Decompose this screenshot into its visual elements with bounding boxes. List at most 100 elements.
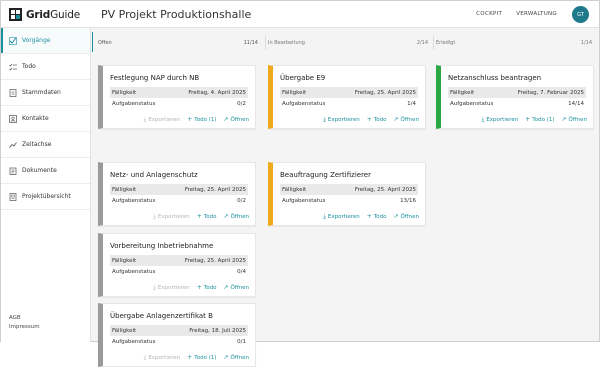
- card-actions: ⤓ Exportieren + Todo (1) ↗ Öffnen: [481, 116, 587, 124]
- status-label: Aufgabenstatus: [282, 100, 326, 107]
- nav-verwaltung[interactable]: VERWALTUNG: [516, 11, 557, 17]
- task-card[interactable]: Vorbereitung Inbetriebnahme Fälligkeit F…: [98, 233, 256, 297]
- open-button[interactable]: ↗ Öffnen: [393, 214, 419, 221]
- export-button[interactable]: ⤓ Exportieren: [323, 213, 360, 221]
- status-row: Aufgabenstatus 13/16: [280, 195, 418, 206]
- download-icon: ⤓: [323, 213, 326, 220]
- document-icon: [9, 88, 17, 97]
- export-button[interactable]: ⤓ Exportieren: [323, 116, 360, 124]
- sidebar-item-zeitachse[interactable]: Zeitachse: [1, 132, 90, 158]
- due-label: Fälligkeit: [282, 89, 307, 96]
- external-link-icon: ↗: [393, 116, 399, 123]
- impressum-link[interactable]: Impressum: [9, 323, 40, 332]
- card-actions: ⤓ Exportieren + Todo (1) ↗ Öffnen: [144, 354, 249, 362]
- card-title: Übergabe Anlagenzertifikat B: [110, 312, 213, 320]
- plus-icon: +: [366, 116, 372, 123]
- due-value: Freitag, 25. April 2025: [354, 89, 416, 96]
- task-card[interactable]: Übergabe Anlagenzertifikat B Fälligkeit …: [98, 303, 256, 367]
- column-divider: [433, 36, 434, 50]
- card-title: Vorbereitung Inbetriebnahme: [110, 242, 214, 250]
- avatar[interactable]: GT: [572, 6, 589, 23]
- due-row: Fälligkeit Freitag, 25. April 2025: [280, 87, 418, 98]
- overview-icon: [9, 192, 17, 201]
- export-button[interactable]: ⤓ Exportieren: [481, 116, 519, 124]
- todo-button[interactable]: + Todo: [366, 213, 387, 221]
- plus-icon: +: [187, 116, 193, 123]
- column-count: 11/14: [243, 40, 258, 46]
- todo-button[interactable]: + Todo: [366, 116, 387, 124]
- download-icon: ⤓: [323, 116, 326, 123]
- due-row: Fälligkeit Freitag, 25. April 2025: [280, 184, 418, 195]
- sidebar-item-dokumente[interactable]: Dokumente: [1, 158, 90, 184]
- top-bar: GridGuide PV Projekt Produktionshalle CO…: [1, 1, 599, 28]
- card-title: Beauftragung Zertifizierer: [280, 171, 371, 179]
- card-actions: ⤓ Exportieren + Todo ↗ Öffnen: [323, 213, 419, 221]
- open-button[interactable]: ↗ Öffnen: [223, 116, 249, 124]
- open-button[interactable]: ↗ Öffnen: [561, 117, 587, 124]
- due-row: Fälligkeit Freitag, 25. April 2025: [110, 184, 248, 195]
- export-button[interactable]: ⤓ Exportieren: [144, 117, 181, 124]
- open-button[interactable]: ↗ Öffnen: [393, 116, 419, 124]
- open-button[interactable]: ↗ Öffnen: [223, 354, 249, 362]
- external-link-icon: ↗: [223, 354, 229, 361]
- todo-button[interactable]: + Todo: [197, 214, 217, 221]
- card-actions: ⤓ Exportieren + Todo ↗ Öffnen: [153, 214, 249, 221]
- open-button[interactable]: ↗ Öffnen: [223, 214, 249, 221]
- task-card[interactable]: Netzanschluss beantragen Fälligkeit Frei…: [436, 65, 594, 129]
- gridguide-logo-icon: [9, 8, 22, 21]
- task-card[interactable]: Übergabe E9 Fälligkeit Freitag, 25. Apri…: [268, 65, 426, 129]
- todo-button[interactable]: + Todo (1): [525, 117, 554, 124]
- column-header-erledigt: Erledigt 1/14: [436, 40, 592, 46]
- export-button[interactable]: ⤓ Exportieren: [153, 214, 190, 221]
- open-button[interactable]: ↗ Öffnen: [223, 284, 249, 292]
- download-icon: ⤓: [481, 116, 485, 123]
- plus-icon: +: [366, 213, 372, 220]
- card-title: Netzanschluss beantragen: [448, 74, 542, 82]
- todo-button[interactable]: + Todo (1): [187, 355, 216, 362]
- external-link-icon: ↗: [223, 116, 229, 123]
- due-label: Fälligkeit: [112, 89, 137, 96]
- column-label: Offen: [98, 40, 112, 46]
- contacts-icon: [9, 114, 17, 123]
- todo-button[interactable]: + Todo (1): [187, 116, 216, 124]
- status-label: Aufgabenstatus: [112, 197, 156, 204]
- status-value: 0/2: [237, 100, 246, 107]
- sidebar-item-label: Dokumente: [22, 167, 57, 174]
- todo-button[interactable]: + Todo: [196, 284, 217, 292]
- nav-cockpit[interactable]: COCKPIT: [476, 11, 502, 17]
- column-label: In Bearbeitung: [268, 40, 305, 46]
- status-row: Aufgabenstatus 0/2: [110, 98, 248, 109]
- status-value: 0/2: [237, 197, 246, 204]
- sidebar-item-todo[interactable]: Todo: [1, 54, 90, 80]
- download-icon: ⤓: [153, 284, 156, 291]
- sidebar-item-label: Kontakte: [22, 115, 49, 122]
- status-row: Aufgabenstatus 0/4: [110, 266, 248, 277]
- task-card[interactable]: Festlegung NAP durch NB Fälligkeit Freit…: [98, 65, 256, 129]
- sidebar-item-label: Todo: [22, 63, 36, 70]
- sidebar-item-label: Zeitachse: [22, 141, 52, 148]
- external-link-icon: ↗: [223, 284, 229, 291]
- column-divider: [265, 36, 266, 50]
- tasks-icon: [9, 36, 17, 45]
- sidebar-item-kontakte[interactable]: Kontakte: [1, 106, 90, 132]
- column-label: Erledigt: [436, 40, 456, 46]
- app-window: GridGuide PV Projekt Produktionshalle CO…: [0, 0, 600, 367]
- logo[interactable]: GridGuide: [9, 8, 80, 21]
- folder-icon: [9, 167, 17, 175]
- checklist-icon: [9, 63, 17, 71]
- due-label: Fälligkeit: [450, 89, 475, 96]
- sidebar-item-vorgaenge[interactable]: Vorgänge: [1, 28, 90, 54]
- task-card[interactable]: Beauftragung Zertifizierer Fälligkeit Fr…: [268, 162, 426, 226]
- card-actions: ⤓ Exportieren + Todo ↗ Öffnen: [323, 116, 419, 124]
- task-card[interactable]: Netz- und Anlagenschutz Fälligkeit Freit…: [98, 162, 256, 226]
- plus-icon: +: [196, 284, 202, 291]
- column-header-in-bearbeitung: In Bearbeitung 2/14: [268, 40, 428, 46]
- status-value: 13/16: [400, 197, 416, 204]
- agb-link[interactable]: AGB: [9, 314, 40, 323]
- top-nav: COCKPIT VERWALTUNG: [476, 11, 557, 17]
- sidebar-item-stammdaten[interactable]: Stammdaten: [1, 80, 90, 106]
- export-button[interactable]: ⤓ Exportieren: [153, 284, 190, 292]
- kanban-board: Offen 11/14 In Bearbeitung 2/14 Erledigt…: [92, 28, 599, 367]
- export-button[interactable]: ⤓ Exportieren: [144, 355, 181, 362]
- sidebar-item-projektuebersicht[interactable]: Projektübersicht: [1, 184, 90, 210]
